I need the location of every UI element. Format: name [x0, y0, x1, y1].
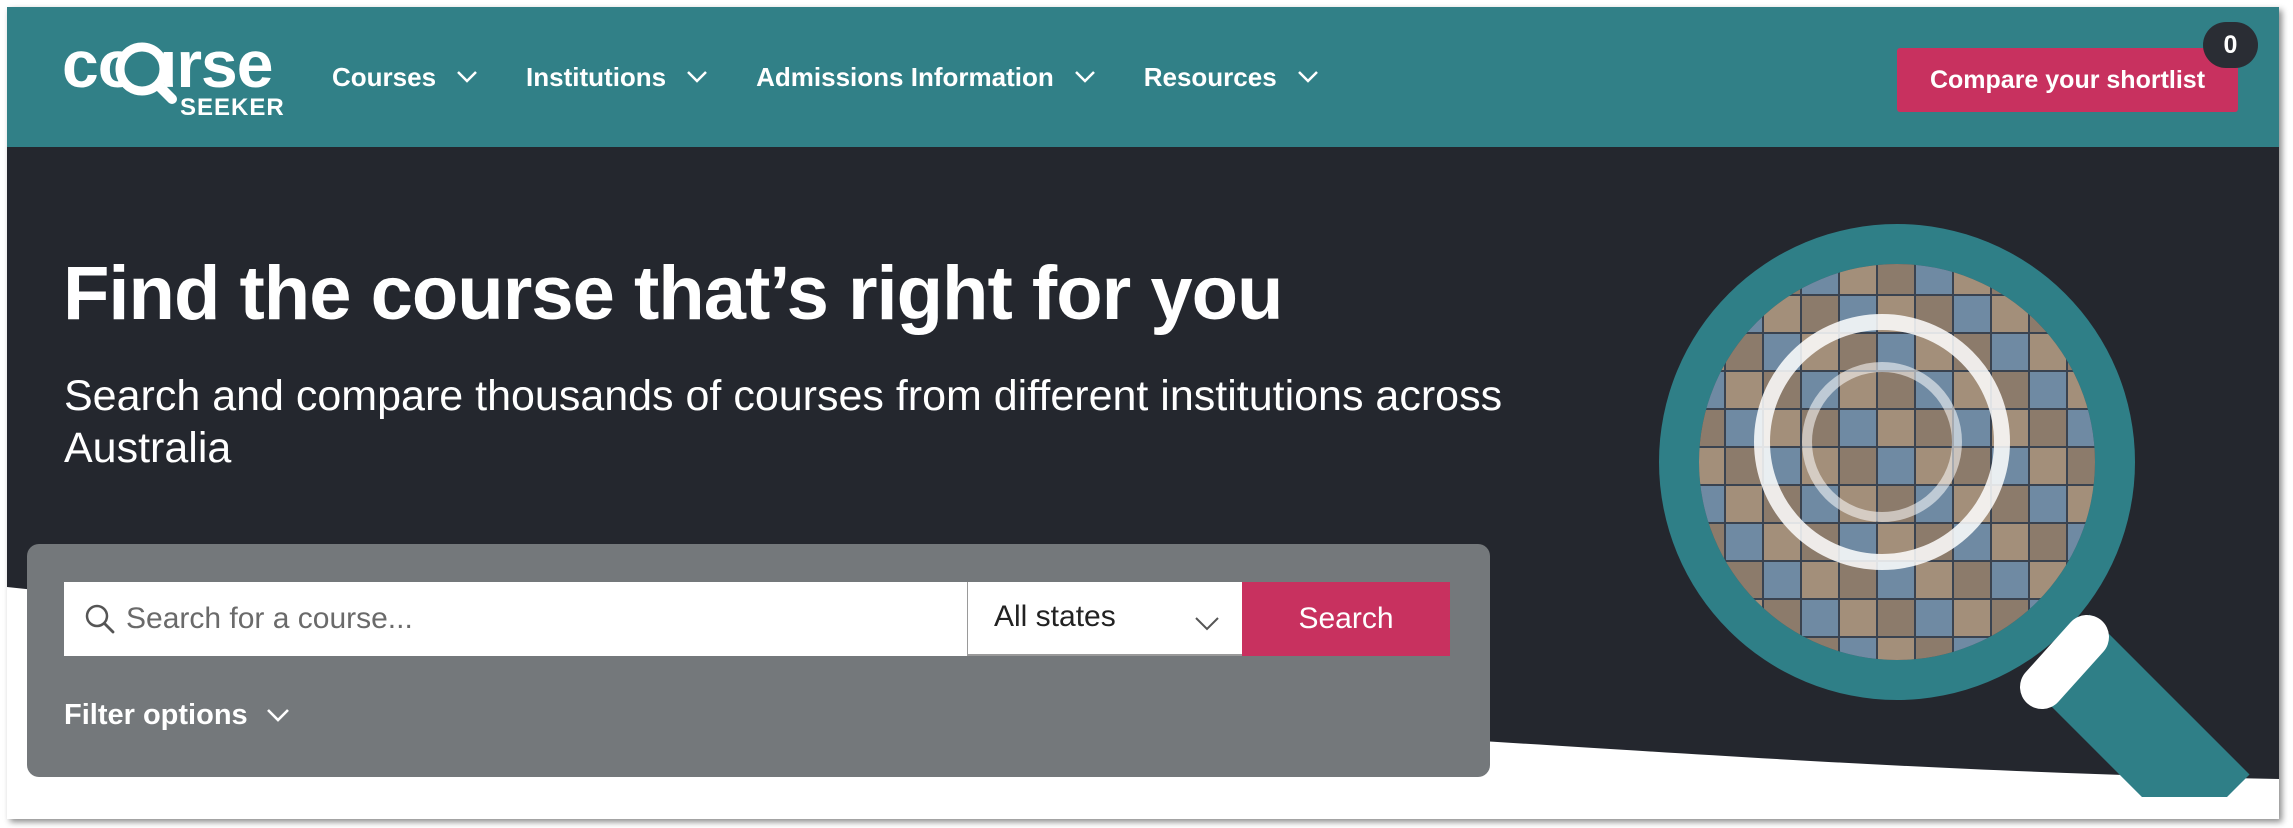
chevron-down-icon — [1297, 71, 1318, 83]
nav-item-label: Institutions — [526, 61, 667, 92]
magnifier-icon — [115, 42, 177, 104]
nav-item-institutions[interactable]: Institutions — [526, 47, 708, 107]
hero-subtitle: Search and compare thousands of courses … — [64, 372, 1503, 472]
hero-title: Find the course that’s right for you — [63, 251, 1283, 336]
state-select-value: All states — [994, 600, 1116, 633]
chevron-down-icon — [266, 709, 289, 722]
main-nav: Courses Institutions Admissions Informat… — [332, 7, 1367, 147]
compare-shortlist-button[interactable]: Compare your shortlist — [1897, 48, 2238, 112]
nav-item-label: Admissions Information — [756, 61, 1054, 92]
search-input[interactable] — [124, 601, 948, 637]
state-select[interactable]: All states — [967, 582, 1242, 656]
search-panel: All states Search Filter options — [27, 544, 1490, 777]
courseseeker-logo[interactable]: course SEEKER — [62, 31, 302, 127]
chevron-down-icon — [1074, 71, 1095, 83]
chevron-down-icon — [1195, 617, 1219, 631]
search-field[interactable] — [64, 582, 967, 656]
nav-item-courses[interactable]: Courses — [332, 47, 478, 107]
chevron-down-icon — [457, 71, 477, 83]
search-button[interactable]: Search — [1242, 582, 1450, 656]
chevron-down-icon — [687, 71, 708, 83]
page-frame: course SEEKER Courses Institutions Admis… — [7, 7, 2279, 819]
nav-item-admissions-information[interactable]: Admissions Information — [756, 47, 1096, 107]
nav-item-resources[interactable]: Resources — [1144, 47, 1319, 107]
filter-options-label: Filter options — [64, 699, 248, 731]
logo-subtitle: SEEKER — [180, 94, 285, 121]
nav-item-label: Resources — [1143, 61, 1277, 92]
magnifying-glass-photo-collage-icon — [1659, 224, 2250, 797]
top-nav-bar: course SEEKER Courses Institutions Admis… — [7, 7, 2279, 147]
nav-item-label: Courses — [332, 61, 437, 92]
shortlist-count-badge: 0 — [2203, 22, 2258, 68]
filter-options-toggle[interactable]: Filter options — [64, 699, 290, 732]
search-icon — [85, 604, 115, 634]
